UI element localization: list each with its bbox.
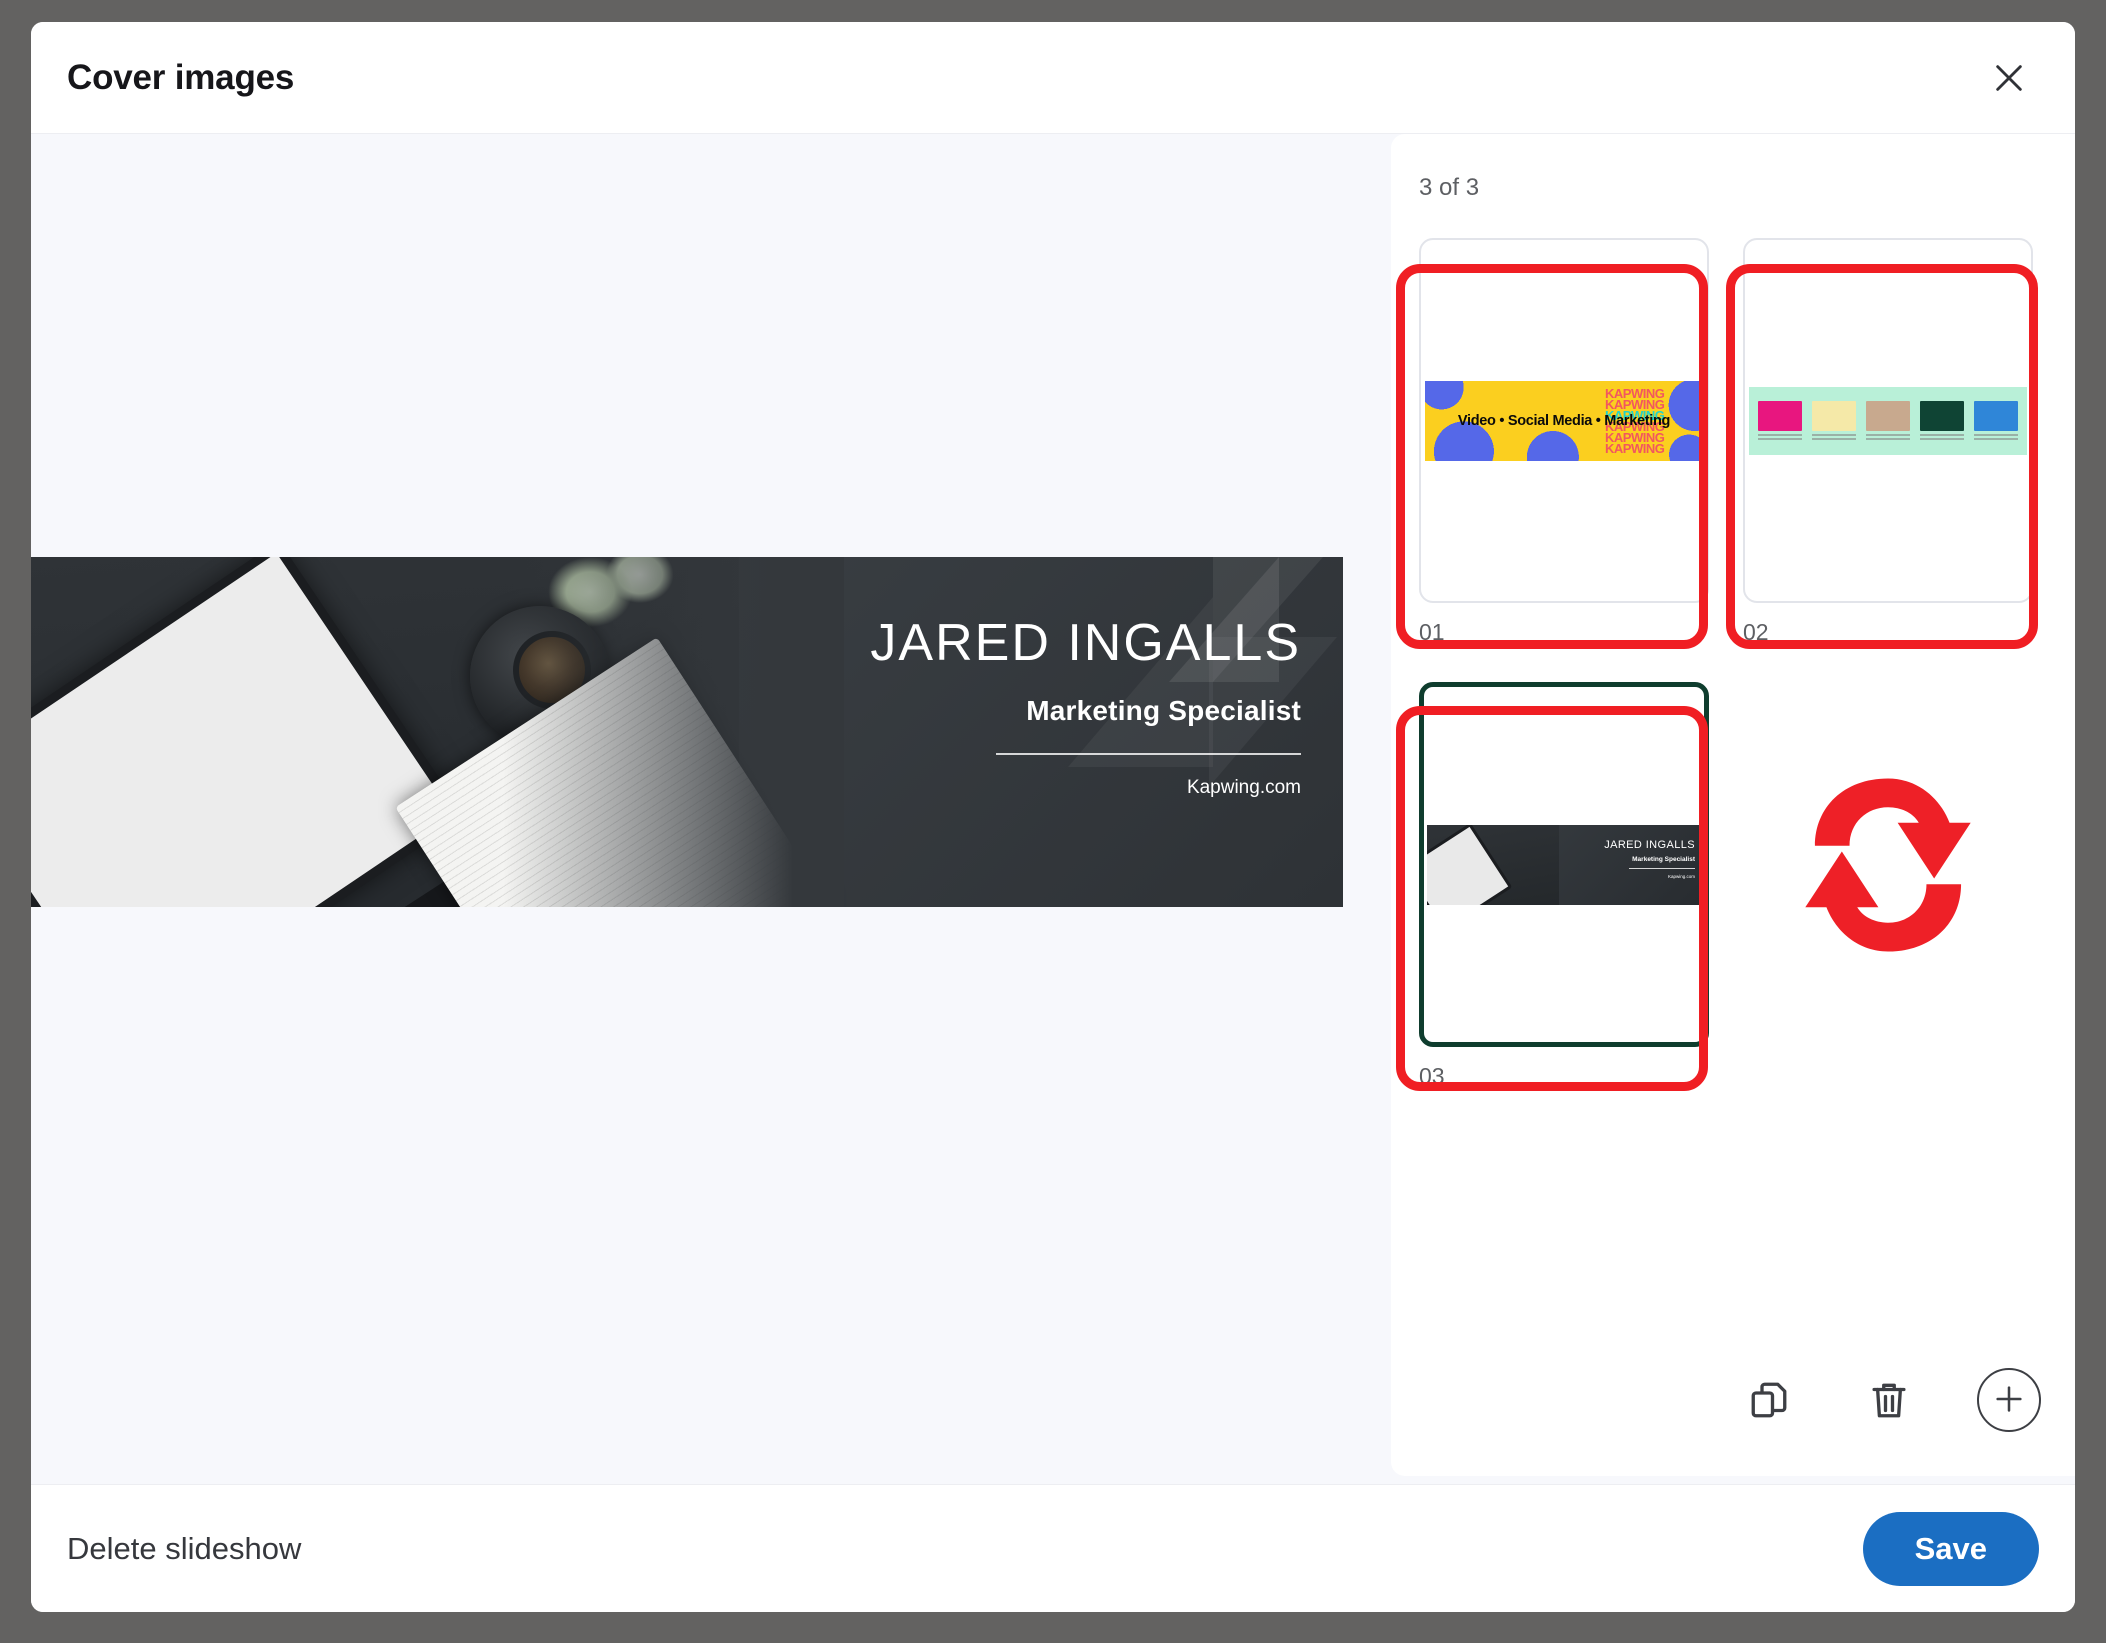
gallery-card <box>1974 400 2018 441</box>
gallery-card-caption <box>1920 433 1964 441</box>
page-title: Cover images <box>67 57 295 97</box>
slide-count-label: 3 of 3 <box>1419 174 1480 201</box>
thumbnail-frame[interactable]: KAPWING KAPWING KAPWING KAPWING KAPWING … <box>1419 238 1709 603</box>
banner-text-block: JARED INGALLS Marketing Specialist Kapwi… <box>870 617 1301 799</box>
delete-slideshow-button[interactable]: Delete slideshow <box>67 1531 301 1567</box>
modal-body: JARED INGALLS Marketing Specialist Kapwi… <box>31 134 2075 1484</box>
refresh-annotation-cell <box>1743 682 2033 1090</box>
plus-icon <box>1992 1382 2026 1419</box>
kapwing-tagline: Video • Social Media • Marketing <box>1457 412 1671 429</box>
thumbnail-label: 03 <box>1419 1063 1445 1089</box>
slide-thumbnail-grid: KAPWING KAPWING KAPWING KAPWING KAPWING … <box>1391 202 2075 1368</box>
kapwing-echo-text: KAPWING <box>1605 440 1665 456</box>
mint-gallery-banner <box>1749 386 2027 455</box>
gallery-card-image <box>1974 400 2018 431</box>
thumbnail-frame[interactable] <box>1743 238 2033 603</box>
banner-role: Marketing Specialist <box>1026 695 1301 726</box>
close-button[interactable] <box>1979 48 2039 108</box>
cover-banner-preview: JARED INGALLS Marketing Specialist Kapwi… <box>31 557 1343 907</box>
banner-website: Kapwing.com <box>1186 777 1301 798</box>
gallery-card <box>1866 400 1910 441</box>
mini-banner-text: JARED INGALLS Marketing Specialist Kapwi… <box>1604 839 1695 879</box>
save-button[interactable]: Save <box>1862 1511 2039 1586</box>
gallery-card-caption <box>1812 433 1856 441</box>
cover-images-modal: Cover images JARED INGALLS Marketing Spe… <box>31 22 2075 1612</box>
gallery-card-caption <box>1758 433 1802 441</box>
gallery-card-caption <box>1974 433 2018 441</box>
add-slide-button[interactable] <box>1977 1368 2041 1432</box>
mini-banner-divider <box>1629 867 1695 869</box>
slide-thumbnail-01[interactable]: KAPWING KAPWING KAPWING KAPWING KAPWING … <box>1419 238 1709 646</box>
gallery-card <box>1758 400 1802 441</box>
gallery-card-image <box>1758 400 1802 431</box>
gallery-card-image <box>1866 400 1910 431</box>
banner-divider <box>996 753 1301 755</box>
slide-preview-canvas[interactable]: JARED INGALLS Marketing Specialist Kapwi… <box>31 134 1391 1484</box>
gallery-card <box>1920 400 1964 441</box>
delete-slide-button[interactable] <box>1857 1368 1921 1432</box>
modal-footer: Delete slideshow Save <box>31 1484 2075 1612</box>
refresh-arrows-icon <box>1743 682 2033 1047</box>
thumbnail-frame-selected[interactable]: JARED INGALLS Marketing Specialist Kapwi… <box>1419 682 1709 1047</box>
mini-banner-site: Kapwing.com <box>1667 873 1695 879</box>
slide-toolbar <box>1391 1368 2075 1476</box>
banner-gradient-overlay <box>503 557 845 907</box>
banner-name: JARED INGALLS <box>870 614 1301 672</box>
slide-thumbnail-03[interactable]: JARED INGALLS Marketing Specialist Kapwi… <box>1419 682 1709 1090</box>
thumbnail-label: 02 <box>1743 619 1769 645</box>
duplicate-slide-button[interactable] <box>1737 1368 1801 1432</box>
mini-desk-photo <box>1427 824 1559 905</box>
trash-icon <box>1868 1379 1910 1421</box>
mini-tablet <box>1427 824 1513 905</box>
kapwing-yellow-banner: KAPWING KAPWING KAPWING KAPWING KAPWING … <box>1425 380 1703 461</box>
slides-panel: 3 of 3 KAPWING KAPWING KAPWING KAPWING K… <box>1391 134 2075 1476</box>
gallery-card-image <box>1812 400 1856 431</box>
gallery-card-caption <box>1866 433 1910 441</box>
duplicate-icon <box>1748 1379 1790 1421</box>
mini-banner-name: JARED INGALLS <box>1604 838 1695 851</box>
tablet-device <box>31 557 465 907</box>
modal-header: Cover images <box>31 22 2075 134</box>
mini-banner-role: Marketing Specialist <box>1632 855 1695 863</box>
gallery-card <box>1812 400 1856 441</box>
thumbnail-label: 01 <box>1419 619 1445 645</box>
dark-desk-banner: JARED INGALLS Marketing Specialist Kapwi… <box>1427 824 1701 905</box>
slide-thumbnail-02[interactable]: 02 <box>1743 238 2033 646</box>
gallery-card-image <box>1920 400 1964 431</box>
close-icon <box>1992 61 2026 95</box>
